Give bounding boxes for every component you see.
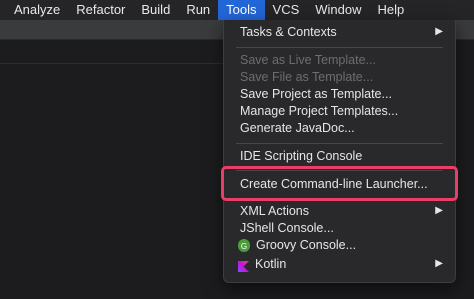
menu-item-groovy-console[interactable]: G Groovy Console... xyxy=(224,236,455,254)
kotlin-icon xyxy=(238,259,249,272)
menu-item-label: Manage Project Templates... xyxy=(240,104,399,118)
menu-divider xyxy=(236,47,443,48)
menu-item-save-file-template: Save File as Template... xyxy=(224,68,455,86)
menu-item-xml-actions[interactable]: XML Actions ▶ xyxy=(224,202,455,220)
groovy-icon: G xyxy=(238,239,250,252)
chevron-right-icon: ▶ xyxy=(435,26,443,37)
menu-item-label: XML Actions xyxy=(240,204,310,218)
menu-item-tasks-contexts[interactable]: Tasks & Contexts ▶ xyxy=(224,23,455,41)
menu-item-label: JShell Console... xyxy=(240,221,334,235)
menu-window[interactable]: Window xyxy=(307,0,369,20)
svg-text:G: G xyxy=(241,242,247,251)
menu-item-label: Save File as Template... xyxy=(240,70,374,84)
editor-divider xyxy=(0,63,230,64)
menu-item-label: IDE Scripting Console xyxy=(240,149,363,163)
menu-item-jshell-console[interactable]: JShell Console... xyxy=(224,219,455,237)
menu-item-label: Groovy Console... xyxy=(256,238,357,252)
menu-item-ide-scripting-console[interactable]: IDE Scripting Console xyxy=(224,147,455,165)
menu-build[interactable]: Build xyxy=(133,0,178,20)
menu-item-save-project-template[interactable]: Save Project as Template... xyxy=(224,85,455,103)
menu-item-label: Tasks & Contexts xyxy=(240,25,337,39)
menu-item-generate-javadoc[interactable]: Generate JavaDoc... xyxy=(224,119,455,137)
menu-item-label: Generate JavaDoc... xyxy=(240,121,355,135)
menu-item-kotlin[interactable]: Kotlin ▶ xyxy=(224,255,455,273)
menu-tools[interactable]: Tools xyxy=(218,0,265,20)
menu-analyze[interactable]: Analyze xyxy=(0,0,68,20)
menu-run[interactable]: Run xyxy=(178,0,218,20)
menu-item-label: Kotlin xyxy=(255,257,287,271)
menu-item-label: Save Project as Template... xyxy=(240,87,392,101)
menu-refactor[interactable]: Refactor xyxy=(68,0,133,20)
highlight-annotation xyxy=(221,166,458,201)
chevron-right-icon: ▶ xyxy=(435,205,443,216)
menu-item-save-live-template: Save as Live Template... xyxy=(224,51,455,69)
menu-item-label: Save as Live Template... xyxy=(240,53,376,67)
menu-item-manage-project-templates[interactable]: Manage Project Templates... xyxy=(224,102,455,120)
tools-menu-dropdown: Tasks & Contexts ▶ Save as Live Template… xyxy=(223,20,456,283)
menu-help[interactable]: Help xyxy=(370,0,413,20)
groovy-icon-glyph: G xyxy=(238,240,250,252)
chevron-right-icon: ▶ xyxy=(435,258,443,269)
menu-divider xyxy=(236,143,443,144)
menu-bar: Analyze Refactor Build Run Tools VCS Win… xyxy=(0,0,474,20)
menu-vcs[interactable]: VCS xyxy=(265,0,308,20)
